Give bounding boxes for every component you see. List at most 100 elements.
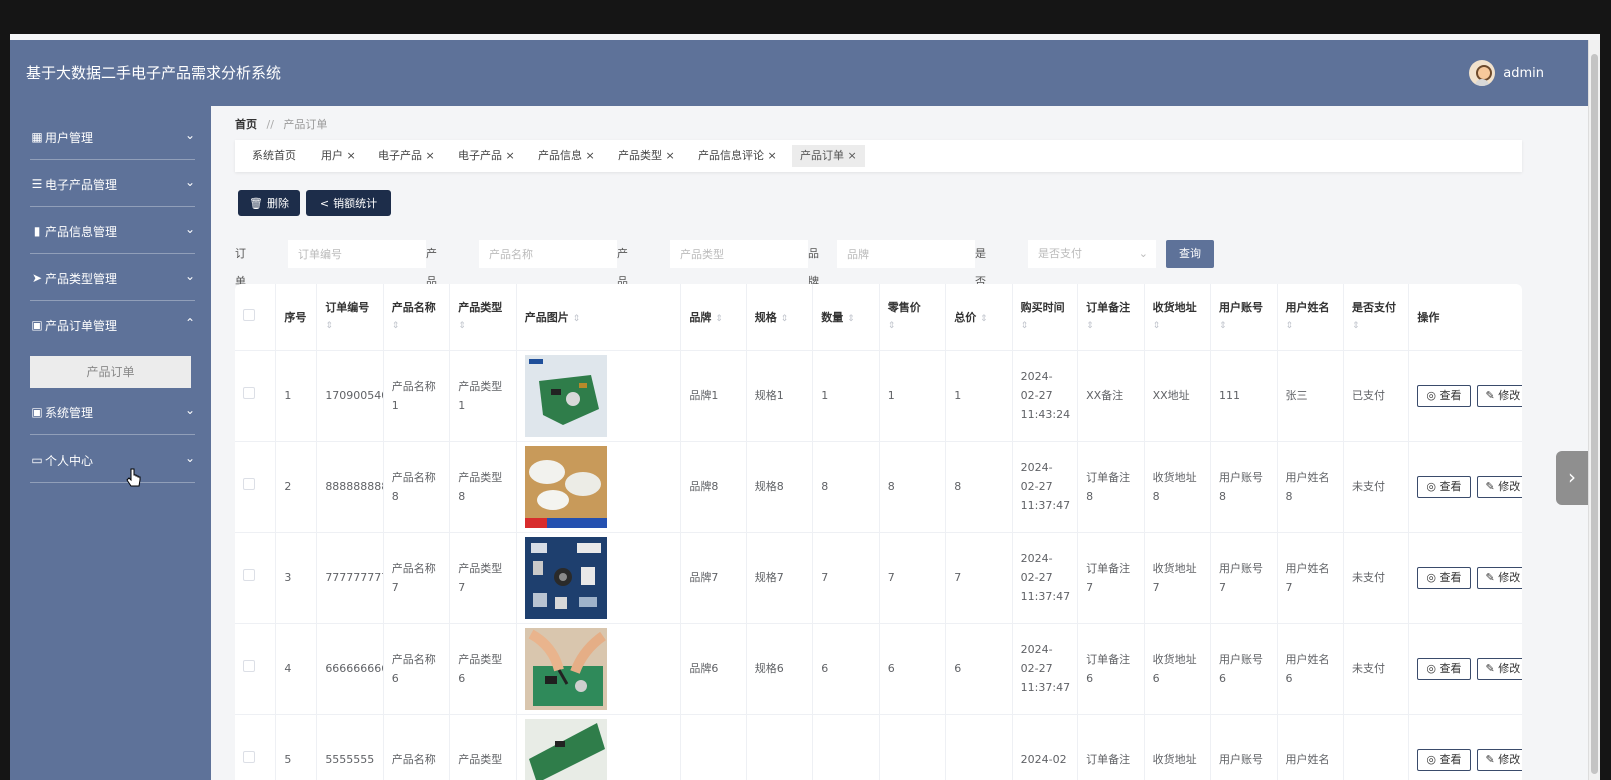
tab-product-type[interactable]: 产品类型 × <box>618 145 675 167</box>
select-all-cell[interactable] <box>235 284 277 351</box>
col-spec[interactable]: 规格 ⇕ <box>746 284 814 351</box>
col-product-image[interactable]: 产品图片 ⇕ <box>516 284 682 351</box>
col-product-type[interactable]: 产品类型 ⇕ <box>449 284 517 351</box>
sort-icon[interactable]: ⇕ <box>458 317 507 335</box>
scrollbar-thumb[interactable] <box>1591 54 1598 774</box>
sidebar-item-system-management[interactable]: ▣ 系统管理 ⌄ <box>10 389 211 435</box>
tab-users[interactable]: 用户 × <box>321 145 356 167</box>
col-quantity[interactable]: 数量 ⇕ <box>812 284 880 351</box>
sort-icon[interactable]: ⇕ <box>1021 317 1069 335</box>
cell-brand <box>680 714 747 780</box>
product-image-repair[interactable] <box>524 627 607 710</box>
row-checkbox[interactable] <box>243 478 255 490</box>
sort-icon[interactable]: ⇕ <box>573 314 581 324</box>
paid-select[interactable]: 是否支付 ⌄ <box>1028 240 1156 268</box>
col-remark[interactable]: 订单备注 ⇕ <box>1077 284 1145 351</box>
breadcrumb-home[interactable]: 首页 <box>235 118 257 131</box>
tab-home[interactable]: 系统首页 <box>252 145 296 167</box>
cell-operations: ◎ 查看 ✎ 修改 <box>1408 532 1522 624</box>
delete-button[interactable]: 🗑 删除 <box>238 190 300 216</box>
tab-product-comments[interactable]: 产品信息评论 × <box>698 145 777 167</box>
divider <box>30 206 195 207</box>
tab-electronics-2[interactable]: 电子产品 × <box>458 145 515 167</box>
product-image-circuit-board[interactable] <box>524 354 607 437</box>
row-checkbox[interactable] <box>243 660 255 672</box>
edit-button[interactable]: ✎ 修改 <box>1476 566 1522 589</box>
pencil-icon: ✎ <box>1485 752 1495 766</box>
cell-address: 收货地址8 <box>1144 441 1212 533</box>
view-button[interactable]: ◎ 查看 <box>1417 475 1471 498</box>
edit-button[interactable]: ✎ 修改 <box>1476 657 1522 680</box>
product-name-input[interactable] <box>479 240 617 268</box>
username-label[interactable]: admin <box>1503 66 1544 81</box>
cell-order-no: 8888888888 <box>316 441 384 533</box>
send-icon: ➤ <box>31 271 43 285</box>
sales-stats-label: 销额统计 <box>333 197 378 210</box>
col-product-name[interactable]: 产品名称 ⇕ <box>383 284 451 351</box>
sort-icon[interactable]: ⇕ <box>781 314 789 324</box>
sidebar-item-user-management[interactable]: ▦ 用户管理 ⌄ <box>10 114 211 160</box>
cell-operations: ◎ 查看 ✎ 修改 <box>1408 714 1522 780</box>
sort-icon[interactable]: ⇕ <box>1153 317 1202 335</box>
sidebar-item-label: 产品订单管理 <box>45 319 118 333</box>
sort-icon[interactable]: ⇕ <box>392 317 441 335</box>
sort-icon[interactable]: ⇕ <box>1286 317 1335 335</box>
avatar-icon[interactable] <box>1469 60 1496 86</box>
sort-icon[interactable]: ⇕ <box>325 317 374 335</box>
sidebar-item-personal-center[interactable]: ▭ 个人中心 ⌄ <box>10 437 211 483</box>
cell-quantity: 8 <box>812 441 880 533</box>
brand-input[interactable] <box>837 240 975 268</box>
sort-icon[interactable]: ⇕ <box>715 314 723 324</box>
sidebar-subitem-product-order[interactable]: 产品订单 <box>30 356 191 388</box>
cell-index: 3 <box>275 532 318 624</box>
row-checkbox[interactable] <box>243 569 255 581</box>
col-retail-price[interactable]: 零售价 ⇕ <box>879 284 947 351</box>
col-paid[interactable]: 是否支付 ⇕ <box>1343 284 1410 351</box>
product-type-input[interactable] <box>670 240 808 268</box>
sales-stats-button[interactable]: < 销额统计 <box>306 190 391 216</box>
order-no-input[interactable] <box>288 240 426 268</box>
sort-icon[interactable]: ⇕ <box>1352 317 1400 335</box>
edit-button[interactable]: ✎ 修改 <box>1476 384 1522 407</box>
row-checkbox[interactable] <box>243 751 255 763</box>
view-button[interactable]: ◎ 查看 <box>1417 748 1471 771</box>
sort-icon[interactable]: ⇕ <box>888 317 937 335</box>
cell-operations: ◎ 查看 ✎ 修改 <box>1408 441 1522 533</box>
sort-icon[interactable]: ⇕ <box>1219 317 1268 335</box>
col-address[interactable]: 收货地址 ⇕ <box>1144 284 1212 351</box>
sidebar-item-order-management[interactable]: ▣ 产品订单管理 ⌃ <box>10 302 211 348</box>
chevron-right-icon[interactable]: › <box>1556 451 1588 505</box>
col-brand[interactable]: 品牌 ⇕ <box>680 284 747 351</box>
view-button[interactable]: ◎ 查看 <box>1417 566 1471 589</box>
sidebar-item-product-type-management[interactable]: ➤ 产品类型管理 ⌄ <box>10 255 211 301</box>
sidebar-item-product-info-management[interactable]: ▮ 产品信息管理 ⌄ <box>10 208 211 254</box>
view-button[interactable]: ◎ 查看 <box>1417 384 1471 407</box>
user-menu[interactable]: admin <box>1469 60 1544 86</box>
tab-product-order[interactable]: 产品订单 × <box>792 145 865 167</box>
tab-electronics[interactable]: 电子产品 × <box>378 145 435 167</box>
sort-icon[interactable]: ⇕ <box>847 314 855 324</box>
product-image-board[interactable] <box>524 718 607 780</box>
col-total[interactable]: 总价 ⇕ <box>945 284 1013 351</box>
cell-product-type: 产品类型7 <box>449 532 517 624</box>
view-button[interactable]: ◎ 查看 <box>1417 657 1471 680</box>
product-image-electronics-collage[interactable] <box>524 536 607 619</box>
sort-icon[interactable]: ⇕ <box>1086 317 1135 335</box>
edit-button[interactable]: ✎ 修改 <box>1476 748 1522 771</box>
vertical-scrollbar[interactable] <box>1588 40 1600 780</box>
col-purchase-time[interactable]: 购买时间 ⇕ <box>1012 284 1079 351</box>
chevron-down-icon: ⌄ <box>184 222 195 236</box>
col-account[interactable]: 用户账号 ⇕ <box>1210 284 1278 351</box>
select-all-checkbox[interactable] <box>243 309 255 322</box>
tab-product-info[interactable]: 产品信息 × <box>538 145 595 167</box>
product-image-thyristor[interactable] <box>524 445 607 528</box>
row-checkbox[interactable] <box>243 387 255 399</box>
col-order-no[interactable]: 订单编号 ⇕ <box>316 284 384 351</box>
cell-spec: 规格8 <box>746 441 814 533</box>
sort-icon[interactable]: ⇕ <box>980 314 988 324</box>
sidebar-item-electronics-management[interactable]: ☰ 电子产品管理 ⌄ <box>10 161 211 207</box>
col-username[interactable]: 用户姓名 ⇕ <box>1277 284 1344 351</box>
query-button[interactable]: 查询 <box>1166 240 1214 268</box>
edit-button[interactable]: ✎ 修改 <box>1476 475 1522 498</box>
cell-account: 用户账号6 <box>1210 623 1278 715</box>
